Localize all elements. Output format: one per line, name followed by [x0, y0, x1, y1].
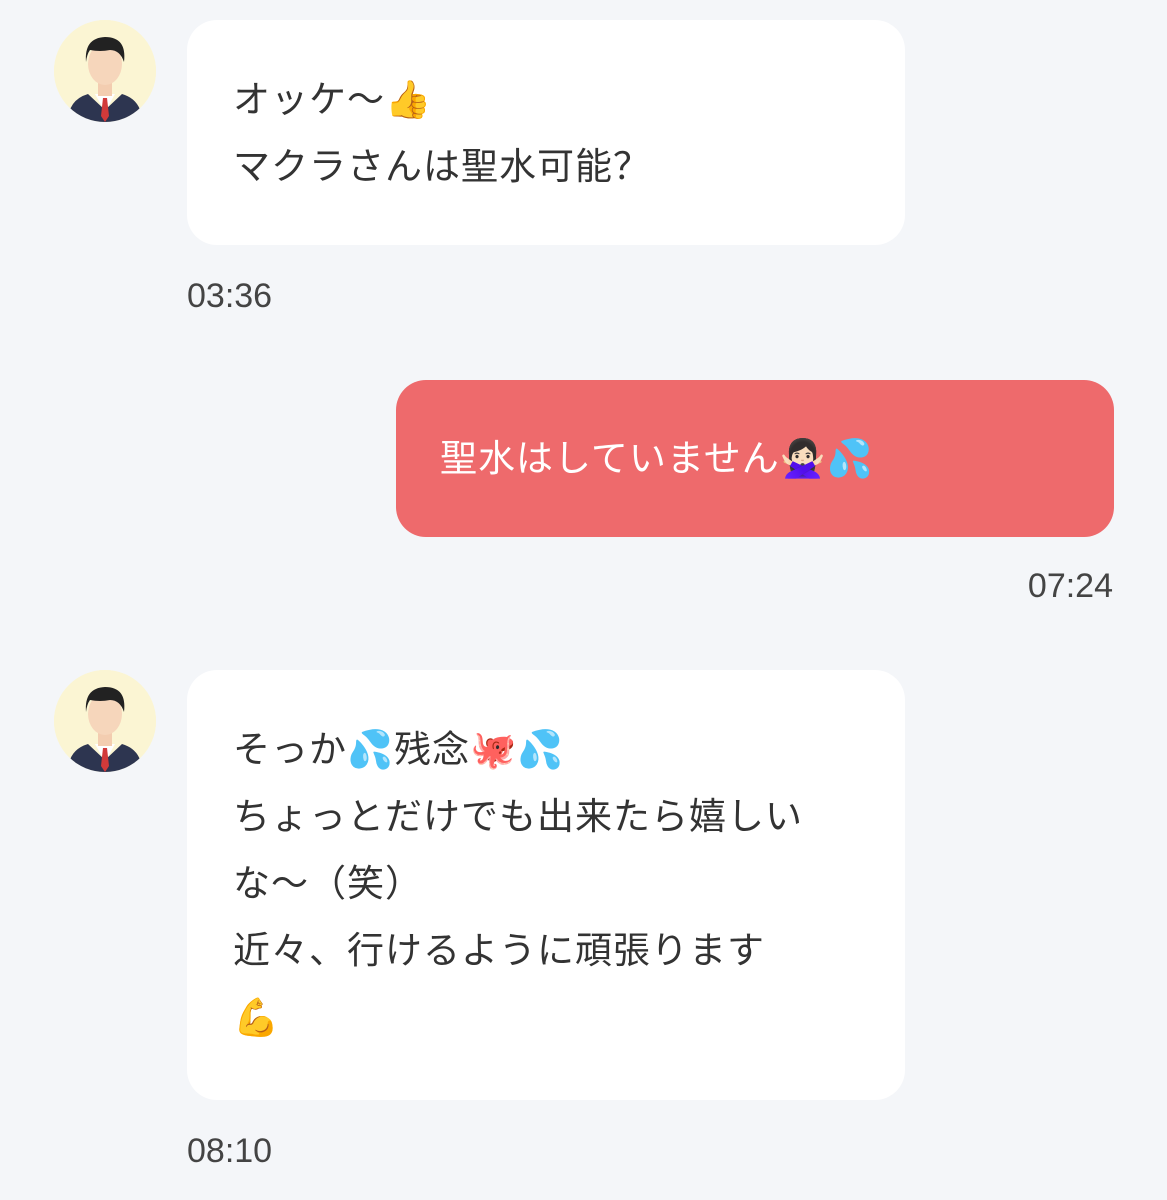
- message-text-line: 聖水はしていません🙅🏻‍♀️💦: [440, 437, 874, 480]
- message-timestamp: 07:24: [1027, 567, 1113, 605]
- message-bubble: 聖水はしていません🙅🏻‍♀️💦: [396, 380, 1114, 537]
- businessman-avatar-icon: [54, 20, 156, 122]
- message-timestamp: 03:36: [187, 277, 273, 315]
- message-text-line: ちょっとだけでも出来たら嬉しい: [233, 795, 803, 838]
- message-text-line: マクラさんは聖水可能？: [233, 145, 651, 188]
- message-text-line: な〜（笑）: [233, 862, 423, 905]
- avatar-icon[interactable]: [54, 670, 156, 772]
- avatar-icon[interactable]: [54, 20, 156, 122]
- message-text-line: 近々、行けるように頑張ります: [233, 929, 765, 972]
- message-text-line: 💪: [233, 996, 281, 1039]
- message-text-line: そっか💦残念🐙💦: [233, 728, 565, 771]
- message-bubble: オッケ〜👍 マクラさんは聖水可能？: [187, 20, 905, 245]
- message-text-line: オッケ〜👍: [233, 78, 433, 121]
- message-bubble: そっか💦残念🐙💦 ちょっとだけでも出来たら嬉しい な〜（笑） 近々、行けるように…: [187, 670, 905, 1100]
- message-timestamp: 08:10: [187, 1132, 273, 1170]
- businessman-avatar-icon: [54, 670, 156, 772]
